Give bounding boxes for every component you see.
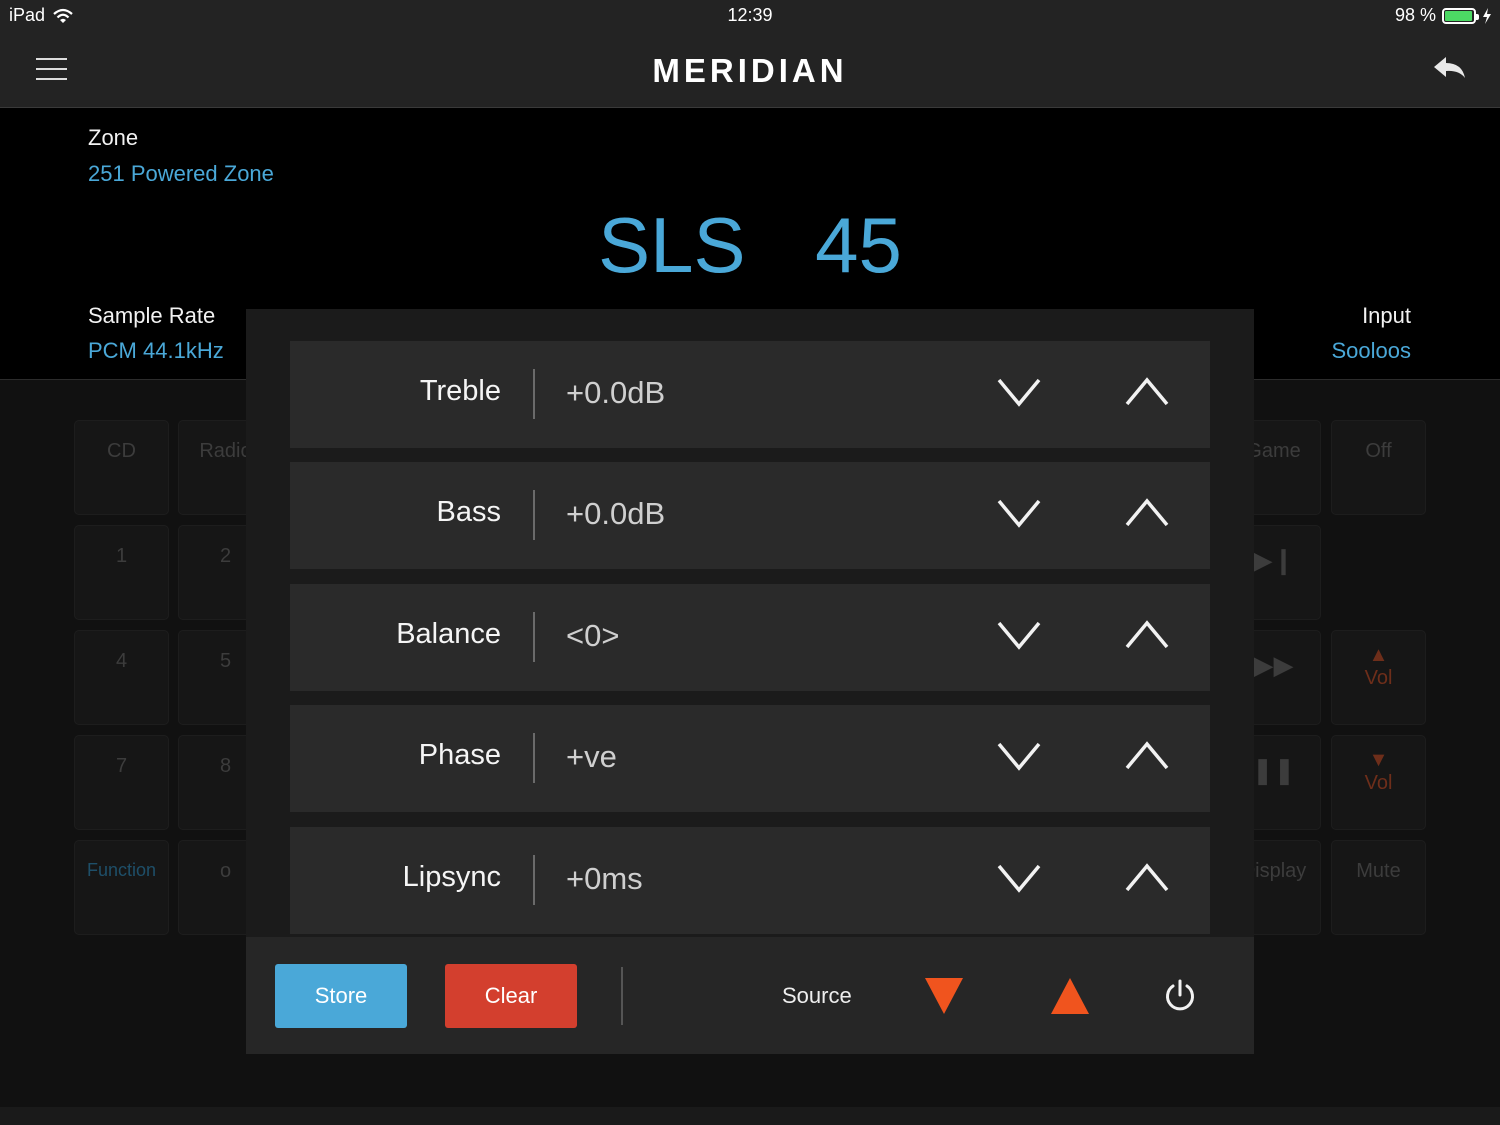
back-arrow-icon[interactable] bbox=[1432, 54, 1468, 84]
key-7: 7 bbox=[74, 735, 169, 830]
chevron-up-icon[interactable] bbox=[1124, 496, 1170, 530]
charging-icon bbox=[1483, 7, 1491, 24]
bottom-strip bbox=[0, 1107, 1500, 1125]
key-off: Off bbox=[1331, 420, 1426, 515]
clock: 12:39 bbox=[727, 5, 773, 25]
row-divider bbox=[533, 733, 535, 783]
row-divider bbox=[533, 369, 535, 419]
row-divider bbox=[533, 855, 535, 905]
volume-down-icon: ▼ bbox=[1368, 749, 1389, 771]
volume-up-icon: ▲ bbox=[1368, 644, 1389, 666]
key-4: 4 bbox=[74, 630, 169, 725]
setting-label: Lipsync bbox=[402, 861, 501, 893]
key-mute: Mute bbox=[1331, 840, 1426, 935]
key-cd: CD bbox=[74, 420, 169, 515]
key-function: Function bbox=[74, 840, 169, 935]
setting-value: +0.0dB bbox=[566, 375, 666, 410]
clear-button[interactable]: Clear bbox=[445, 964, 577, 1028]
chevron-down-icon[interactable] bbox=[996, 618, 1042, 652]
chevron-up-icon[interactable] bbox=[1124, 739, 1170, 773]
chevron-up-icon[interactable] bbox=[1124, 618, 1170, 652]
action-bar: Store Clear Source bbox=[246, 937, 1254, 1054]
chevron-down-icon[interactable] bbox=[996, 861, 1042, 895]
input-value[interactable]: Sooloos bbox=[1331, 338, 1411, 364]
setting-row-balance: Balance <0> bbox=[290, 584, 1210, 691]
sample-rate-value: PCM 44.1kHz bbox=[88, 338, 224, 363]
settings-modal: Treble +0.0dB Bass +0.0dB Balance <0> Ph… bbox=[246, 309, 1254, 1054]
setting-label: Balance bbox=[396, 618, 501, 650]
setting-row-phase: Phase +ve bbox=[290, 705, 1210, 812]
setting-label: Bass bbox=[436, 496, 501, 528]
chevron-down-icon[interactable] bbox=[996, 375, 1042, 409]
source-up-icon[interactable] bbox=[1050, 976, 1090, 1016]
store-button[interactable]: Store bbox=[275, 964, 407, 1028]
zone-value[interactable]: 251 Powered Zone bbox=[88, 161, 274, 187]
setting-row-treble: Treble +0.0dB bbox=[290, 341, 1210, 448]
navigation-bar: MERIDIAN bbox=[0, 32, 1500, 108]
setting-value: <0> bbox=[566, 618, 620, 653]
chevron-down-icon[interactable] bbox=[996, 739, 1042, 773]
row-divider bbox=[533, 490, 535, 540]
setting-value: +ve bbox=[566, 739, 617, 774]
volume-down-key: ▼ Vol bbox=[1331, 735, 1426, 830]
input-label: Input bbox=[1362, 303, 1411, 328]
chevron-up-icon[interactable] bbox=[1124, 861, 1170, 895]
chevron-up-icon[interactable] bbox=[1124, 375, 1170, 409]
battery-percent: 98 % bbox=[1394, 5, 1436, 25]
meridian-logo: MERIDIAN bbox=[652, 52, 848, 89]
source-label: Source bbox=[782, 983, 852, 1008]
setting-label: Treble bbox=[419, 375, 501, 407]
chevron-down-icon[interactable] bbox=[996, 496, 1042, 530]
zone-label: Zone bbox=[88, 125, 139, 150]
action-divider bbox=[621, 967, 623, 1025]
device-name-text: SLS bbox=[598, 201, 746, 289]
sample-rate-label: Sample Rate bbox=[88, 303, 216, 328]
battery-icon bbox=[1442, 7, 1479, 24]
setting-row-lipsync: Lipsync +0ms bbox=[290, 827, 1210, 934]
power-icon[interactable] bbox=[1163, 979, 1197, 1013]
key-1: 1 bbox=[74, 525, 169, 620]
volume-level: 45 bbox=[815, 201, 902, 289]
row-divider bbox=[533, 612, 535, 662]
setting-row-bass: Bass +0.0dB bbox=[290, 462, 1210, 569]
setting-value: +0.0dB bbox=[566, 496, 666, 531]
source-down-icon[interactable] bbox=[924, 976, 964, 1016]
volume-up-key: ▲ Vol bbox=[1331, 630, 1426, 725]
volume-down-label: Vol bbox=[1364, 772, 1393, 794]
status-bar: iPad 12:39 98 % bbox=[0, 0, 1500, 32]
setting-value: +0ms bbox=[566, 861, 643, 896]
setting-label: Phase bbox=[418, 739, 501, 771]
device-volume-display: SLS 45 bbox=[0, 200, 1500, 291]
volume-up-label: Vol bbox=[1364, 667, 1393, 689]
